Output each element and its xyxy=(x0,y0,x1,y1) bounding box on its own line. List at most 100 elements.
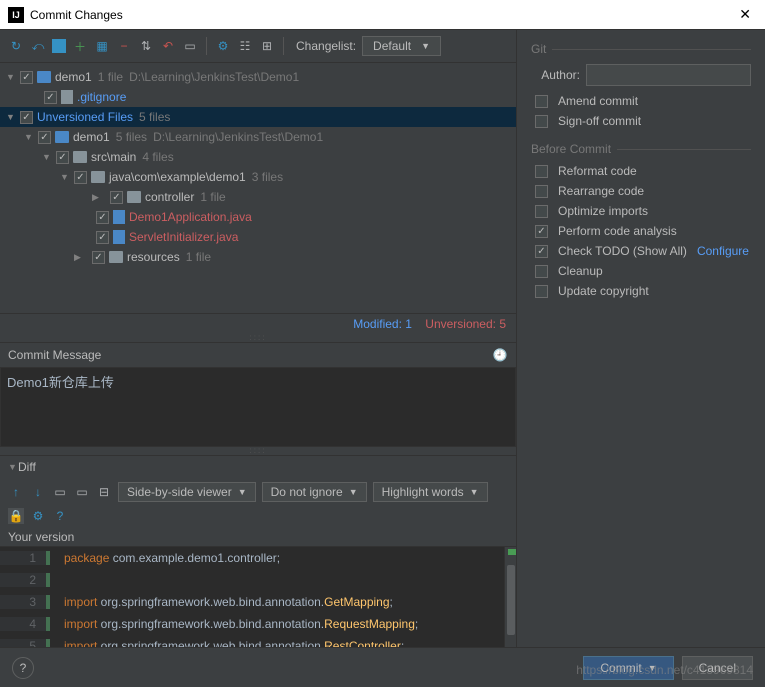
reformat-row[interactable]: Reformat code xyxy=(531,164,751,178)
expand-arrow-icon[interactable] xyxy=(78,182,106,213)
jump-icon[interactable]: ▭ xyxy=(74,484,90,500)
checkbox[interactable] xyxy=(535,115,548,128)
copyright-row[interactable]: Update copyright xyxy=(531,284,751,298)
refresh-icon[interactable]: ↻ xyxy=(8,38,24,54)
scroll-thumb[interactable] xyxy=(507,565,515,635)
changelist-dropdown[interactable]: Default▼ xyxy=(362,36,441,56)
move-icon[interactable]: ⇅ xyxy=(138,38,154,54)
lock-icon[interactable]: 🔒 xyxy=(8,508,24,524)
checkbox[interactable] xyxy=(535,285,548,298)
shelve-icon[interactable]: ▭ xyxy=(182,38,198,54)
checkbox[interactable] xyxy=(44,91,57,104)
your-version-label: Your version xyxy=(0,528,516,546)
tree-node-resources[interactable]: resources 1 file xyxy=(0,247,516,267)
checkbox[interactable] xyxy=(20,71,33,84)
tree-node-demo1[interactable]: demo1 1 file D:\Learning\JenkinsTest\Dem… xyxy=(0,67,516,87)
changes-tree[interactable]: demo1 1 file D:\Learning\JenkinsTest\Dem… xyxy=(0,63,516,313)
expand-arrow-icon[interactable] xyxy=(42,152,52,162)
compare-icon[interactable]: ▭ xyxy=(52,484,68,500)
expand-icon[interactable]: ⊞ xyxy=(259,38,275,54)
expand-arrow-icon[interactable] xyxy=(24,132,34,142)
changelist-icon[interactable]: ▦ xyxy=(94,38,110,54)
module-icon xyxy=(55,131,69,143)
configure-link[interactable]: Configure xyxy=(697,244,749,258)
settings-icon[interactable]: ⚙ xyxy=(215,38,231,54)
signoff-row[interactable]: Sign-off commit xyxy=(531,114,751,128)
checkbox[interactable] xyxy=(535,165,548,178)
author-label: Author: xyxy=(531,68,580,82)
expand-arrow-icon[interactable] xyxy=(60,242,88,273)
changelist-label: Changelist: xyxy=(296,39,356,53)
help-icon[interactable]: ? xyxy=(52,508,68,524)
tree-node-demo1-unv[interactable]: demo1 5 files D:\Learning\JenkinsTest\De… xyxy=(0,127,516,147)
close-icon[interactable]: ✕ xyxy=(733,6,757,23)
expand-arrow-icon[interactable] xyxy=(6,72,16,82)
cleanup-row[interactable]: Cleanup xyxy=(531,264,751,278)
java-icon xyxy=(113,210,125,224)
next-diff-icon[interactable]: ↓ xyxy=(30,484,46,500)
tree-node-unversioned[interactable]: Unversioned Files 5 files xyxy=(0,107,516,127)
options-panel: Git Author: Amend commit Sign-off commit… xyxy=(517,30,765,657)
gear-icon[interactable]: ⚙ xyxy=(30,508,46,524)
rollback-icon[interactable]: ↶ xyxy=(160,38,176,54)
todo-row[interactable]: Check TODO (Show All)Configure xyxy=(531,244,751,258)
resize-grip[interactable]: :::: xyxy=(0,447,516,455)
tree-node-gitignore[interactable]: .gitignore xyxy=(0,87,516,107)
commit-button[interactable]: Commit▼ xyxy=(583,656,673,680)
code-scrollbar[interactable] xyxy=(504,547,516,657)
checkbox[interactable] xyxy=(96,231,109,244)
folder-icon xyxy=(127,191,141,203)
module-icon xyxy=(37,71,51,83)
marker-icon xyxy=(508,549,516,555)
author-input[interactable] xyxy=(586,64,751,86)
commit-message-input[interactable] xyxy=(0,367,516,447)
code-viewer[interactable]: 1package com.example.demo1.controller; 2… xyxy=(0,546,516,657)
analysis-row[interactable]: Perform code analysis xyxy=(531,224,751,238)
diff-icon[interactable] xyxy=(52,39,66,53)
tree-node-controller[interactable]: controller 1 file xyxy=(0,187,516,207)
ignore-dropdown[interactable]: Do not ignore▼ xyxy=(262,482,367,502)
dialog-buttons: ? Commit▼ Cancel xyxy=(0,647,765,687)
tree-node-srcmain[interactable]: src\main 4 files xyxy=(0,147,516,167)
commit-message-label: Commit Message xyxy=(8,348,101,362)
checkbox[interactable] xyxy=(110,191,123,204)
checkbox[interactable] xyxy=(20,111,33,124)
revert-icon[interactable]: ⤺ xyxy=(30,38,46,54)
history-icon[interactable]: 🕘 xyxy=(492,347,508,363)
expand-arrow-icon[interactable] xyxy=(6,112,16,122)
expand-arrow-icon[interactable] xyxy=(8,462,18,472)
changes-toolbar: ↻ ⤺ ＋ ▦ − ⇅ ↶ ▭ ⚙ ☷ ⊞ Changelist: Defaul… xyxy=(0,30,516,63)
remove-icon[interactable]: − xyxy=(116,38,132,54)
rearrange-row[interactable]: Rearrange code xyxy=(531,184,751,198)
checkbox[interactable] xyxy=(56,151,69,164)
expand-arrow-icon[interactable] xyxy=(60,172,70,182)
viewer-dropdown[interactable]: Side-by-side viewer▼ xyxy=(118,482,256,502)
checkbox[interactable] xyxy=(96,211,109,224)
checkbox[interactable] xyxy=(535,205,548,218)
checkbox[interactable] xyxy=(535,185,548,198)
checkbox[interactable] xyxy=(38,131,51,144)
prev-diff-icon[interactable]: ↑ xyxy=(8,484,24,500)
diff-toolbar: ↑ ↓ ▭ ▭ ⊟ Side-by-side viewer▼ Do not ig… xyxy=(0,478,516,528)
resize-grip[interactable]: :::: xyxy=(0,334,516,342)
help-button[interactable]: ? xyxy=(12,657,34,679)
highlight-dropdown[interactable]: Highlight words▼ xyxy=(373,482,488,502)
optimize-row[interactable]: Optimize imports xyxy=(531,204,751,218)
add-icon[interactable]: ＋ xyxy=(72,38,88,54)
checkbox[interactable] xyxy=(535,95,548,108)
checkbox[interactable] xyxy=(92,251,105,264)
collapse-icon[interactable]: ⊟ xyxy=(96,484,112,500)
diff-header[interactable]: Diff xyxy=(0,455,516,478)
checkbox[interactable] xyxy=(535,245,548,258)
git-section-label: Git xyxy=(531,42,751,56)
checkbox[interactable] xyxy=(535,225,548,238)
modified-count: Modified: 1 xyxy=(353,317,412,331)
folder-icon xyxy=(109,251,123,263)
java-icon xyxy=(113,230,125,244)
group-icon[interactable]: ☷ xyxy=(237,38,253,54)
unversioned-count: Unversioned: 5 xyxy=(425,317,506,331)
window-title: Commit Changes xyxy=(30,8,733,22)
cancel-button[interactable]: Cancel xyxy=(682,656,753,680)
checkbox[interactable] xyxy=(535,265,548,278)
amend-row[interactable]: Amend commit xyxy=(531,94,751,108)
